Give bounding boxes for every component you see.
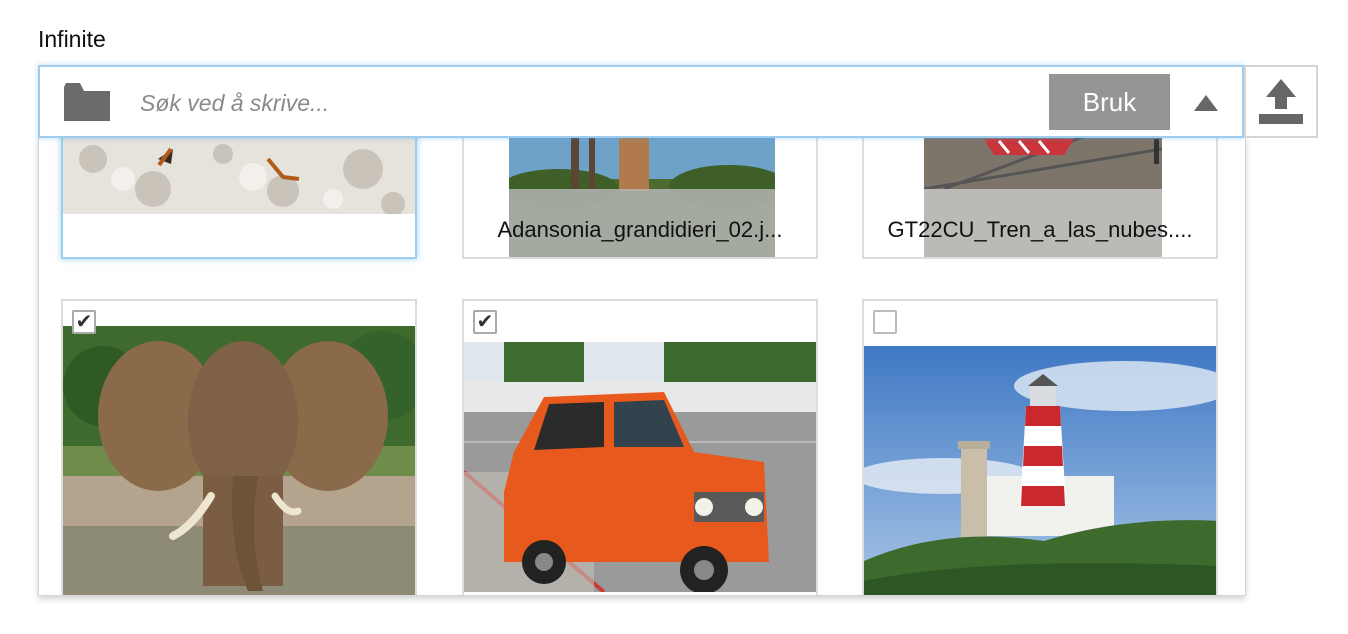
- thumbnail-car: [464, 342, 816, 592]
- gallery-item-car[interactable]: ✔: [462, 299, 818, 595]
- media-gallery-dropdown: Adansonia_grandidieri_02.j... GT22CU_Tre…: [38, 137, 1246, 596]
- gallery-item-elephant[interactable]: ✔: [61, 299, 417, 595]
- thumbnail-elephant: [63, 326, 415, 595]
- triangle-up-icon: [1194, 95, 1218, 111]
- search-input[interactable]: [138, 77, 1022, 129]
- item-checkbox[interactable]: ✔: [473, 310, 497, 334]
- field-label: Infinite: [38, 26, 106, 52]
- gallery-item-lighthouse[interactable]: [862, 299, 1218, 595]
- search-bar: Bruk: [38, 65, 1244, 138]
- thumbnail-bird: [63, 137, 415, 214]
- gallery-item-baobab[interactable]: Adansonia_grandidieri_02.j...: [462, 137, 818, 259]
- upload-button[interactable]: [1244, 65, 1318, 138]
- gallery-item-caption: Adansonia_grandidieri_02.j...: [497, 217, 783, 242]
- gallery-item-railway[interactable]: GT22CU_Tren_a_las_nubes....: [862, 137, 1218, 259]
- item-checkbox[interactable]: ✔: [72, 310, 96, 334]
- folder-icon[interactable]: [64, 83, 110, 121]
- upload-icon: [1246, 79, 1316, 140]
- apply-button[interactable]: Bruk: [1049, 74, 1170, 130]
- item-checkbox[interactable]: [873, 310, 897, 334]
- thumbnail-lighthouse: [864, 346, 1216, 595]
- collapse-toggle-button[interactable]: [1186, 87, 1226, 119]
- gallery-item-bird[interactable]: [61, 137, 417, 259]
- gallery-item-caption: GT22CU_Tren_a_las_nubes....: [887, 217, 1193, 242]
